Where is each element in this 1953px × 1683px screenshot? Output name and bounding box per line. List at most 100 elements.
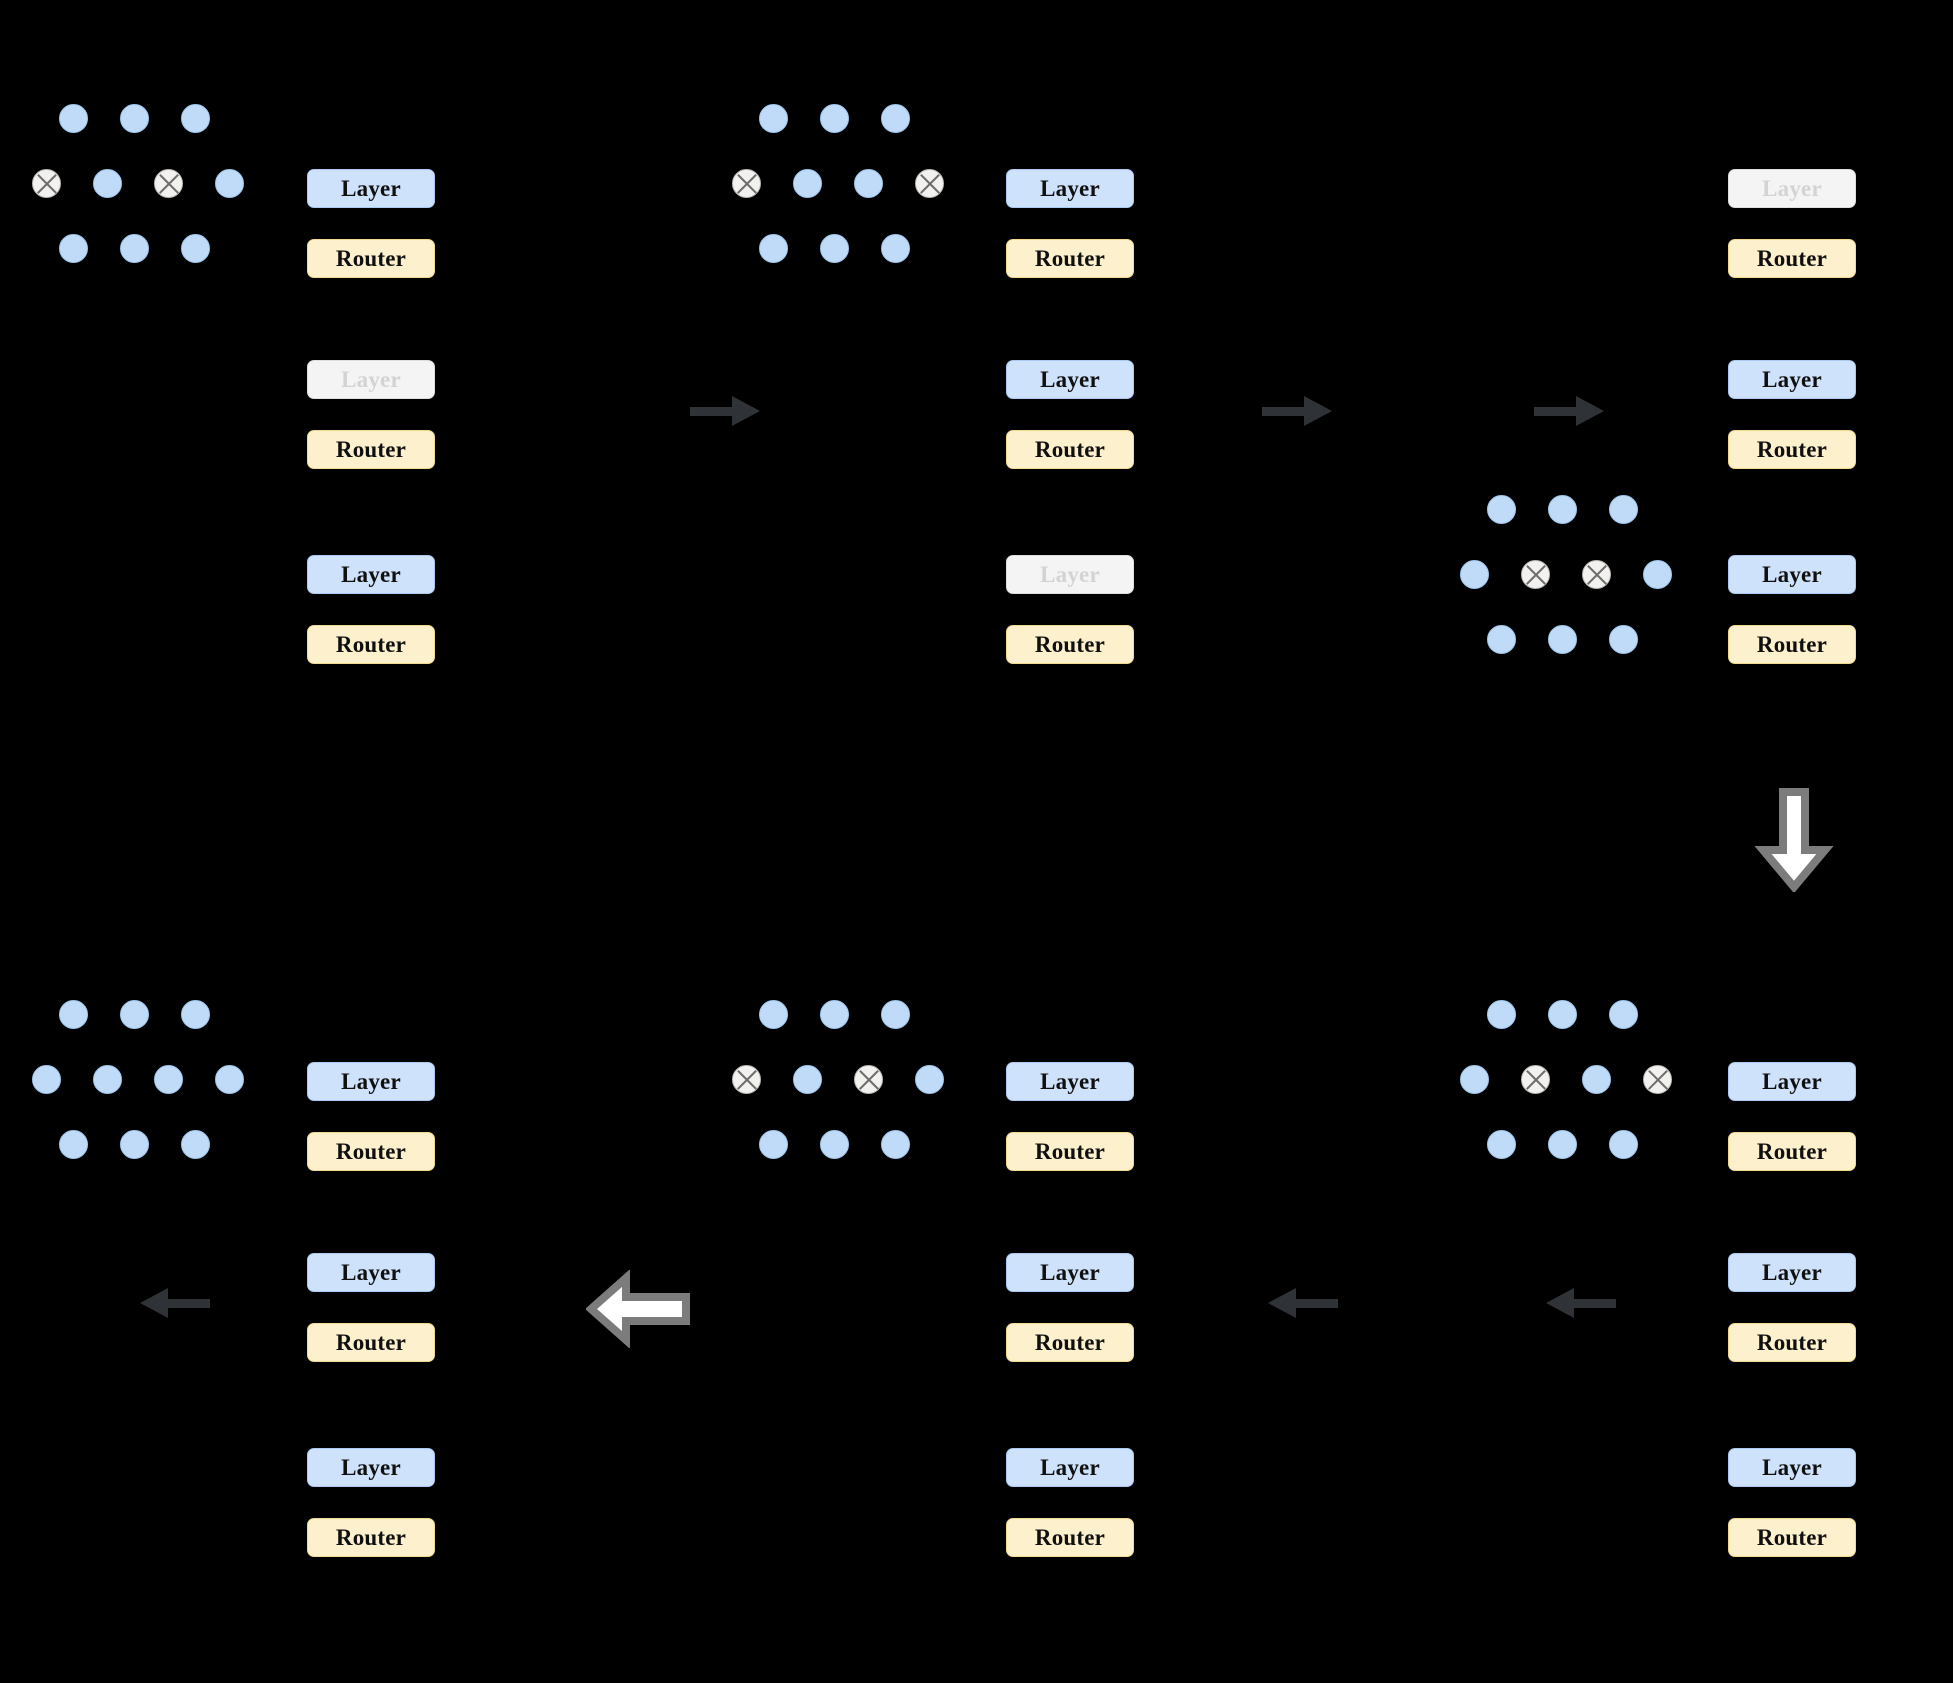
expert-dot-active[interactable] <box>1609 1000 1638 1029</box>
expert-grid-stage-4 <box>1460 1000 1690 1160</box>
expert-dot-active[interactable] <box>59 1130 88 1159</box>
expert-dot-active[interactable] <box>59 104 88 133</box>
router-badge[interactable]: Router <box>307 1323 435 1362</box>
router-badge[interactable]: Router <box>307 1132 435 1171</box>
expert-dot-active[interactable] <box>881 104 910 133</box>
router-badge[interactable]: Router <box>1728 625 1856 664</box>
expert-dot-active[interactable] <box>93 169 122 198</box>
router-badge[interactable]: Router <box>1006 1323 1134 1362</box>
router-badge[interactable]: Router <box>1728 239 1856 278</box>
expert-dot-active[interactable] <box>1548 1000 1577 1029</box>
expert-dot-active[interactable] <box>32 1065 61 1094</box>
layer-badge-active[interactable]: Layer <box>307 1448 435 1487</box>
expert-dot-pruned[interactable] <box>1582 560 1611 589</box>
expert-dot-pruned[interactable] <box>732 1065 761 1094</box>
expert-dot-active[interactable] <box>1487 495 1516 524</box>
expert-dot-active[interactable] <box>820 234 849 263</box>
expert-dot-active[interactable] <box>1582 1065 1611 1094</box>
expert-dot-active[interactable] <box>1609 1130 1638 1159</box>
expert-dot-pruned[interactable] <box>854 1065 883 1094</box>
expert-dot-active[interactable] <box>854 169 883 198</box>
expert-dot-active[interactable] <box>881 1000 910 1029</box>
expert-dot-active[interactable] <box>120 234 149 263</box>
router-badge[interactable]: Router <box>1006 239 1134 278</box>
layer-badge-inactive[interactable]: Layer <box>1006 555 1134 594</box>
expert-dot-pruned[interactable] <box>1521 560 1550 589</box>
expert-dot-active[interactable] <box>1460 560 1489 589</box>
expert-dot-active[interactable] <box>181 234 210 263</box>
expert-dot-active[interactable] <box>915 1065 944 1094</box>
expert-dot-active[interactable] <box>120 104 149 133</box>
expert-dot-active[interactable] <box>215 169 244 198</box>
expert-dot-active[interactable] <box>759 234 788 263</box>
expert-dot-active[interactable] <box>120 1130 149 1159</box>
router-badge[interactable]: Router <box>1006 625 1134 664</box>
arrow-left-icon <box>586 1270 690 1348</box>
expert-dot-active[interactable] <box>1487 1130 1516 1159</box>
expert-dot-active[interactable] <box>881 1130 910 1159</box>
expert-dot-active[interactable] <box>1609 625 1638 654</box>
router-badge[interactable]: Router <box>1728 1518 1856 1557</box>
router-badge[interactable]: Router <box>1728 1132 1856 1171</box>
expert-dot-pruned[interactable] <box>915 169 944 198</box>
expert-dot-active[interactable] <box>1609 495 1638 524</box>
layer-badge-active[interactable]: Layer <box>307 169 435 208</box>
layer-badge-active[interactable]: Layer <box>1728 1253 1856 1292</box>
expert-dot-pruned[interactable] <box>1643 1065 1672 1094</box>
expert-dot-pruned[interactable] <box>154 169 183 198</box>
layer-badge-active[interactable]: Layer <box>1728 555 1856 594</box>
expert-row <box>59 234 210 263</box>
layer-badge-active[interactable]: Layer <box>1006 1448 1134 1487</box>
expert-dot-pruned[interactable] <box>1521 1065 1550 1094</box>
layer-badge-active[interactable]: Layer <box>307 555 435 594</box>
expert-dot-active[interactable] <box>1487 1000 1516 1029</box>
router-badge[interactable]: Router <box>1728 430 1856 469</box>
expert-dot-active[interactable] <box>181 1130 210 1159</box>
router-badge[interactable]: Router <box>307 1518 435 1557</box>
expert-dot-active[interactable] <box>793 169 822 198</box>
layer-badge-active[interactable]: Layer <box>1006 169 1134 208</box>
router-badge[interactable]: Router <box>1006 1132 1134 1171</box>
layer-badge-active[interactable]: Layer <box>307 1253 435 1292</box>
expert-dot-pruned[interactable] <box>732 169 761 198</box>
expert-dot-active[interactable] <box>820 104 849 133</box>
router-badge[interactable]: Router <box>307 625 435 664</box>
router-badge[interactable]: Router <box>1006 430 1134 469</box>
expert-dot-active[interactable] <box>759 1000 788 1029</box>
expert-dot-active[interactable] <box>181 104 210 133</box>
layer-badge-active[interactable]: Layer <box>1006 1253 1134 1292</box>
layer-badge-active[interactable]: Layer <box>1728 1062 1856 1101</box>
expert-dot-active[interactable] <box>793 1065 822 1094</box>
expert-dot-active[interactable] <box>759 1130 788 1159</box>
expert-dot-active[interactable] <box>820 1000 849 1029</box>
expert-dot-active[interactable] <box>881 234 910 263</box>
expert-dot-active[interactable] <box>1548 625 1577 654</box>
layer-badge-active[interactable]: Layer <box>1728 1448 1856 1487</box>
expert-dot-active[interactable] <box>215 1065 244 1094</box>
layer-badge-active[interactable]: Layer <box>1006 360 1134 399</box>
layer-badge-active[interactable]: Layer <box>307 1062 435 1101</box>
expert-dot-active[interactable] <box>59 1000 88 1029</box>
router-badge[interactable]: Router <box>307 239 435 278</box>
layer-badge-active[interactable]: Layer <box>1728 360 1856 399</box>
expert-dot-active[interactable] <box>1548 495 1577 524</box>
expert-dot-active[interactable] <box>759 104 788 133</box>
expert-dot-pruned[interactable] <box>32 169 61 198</box>
expert-dot-active[interactable] <box>59 234 88 263</box>
expert-dot-active[interactable] <box>93 1065 122 1094</box>
expert-dot-active[interactable] <box>1643 560 1672 589</box>
expert-row <box>732 169 944 198</box>
expert-dot-active[interactable] <box>1548 1130 1577 1159</box>
expert-dot-active[interactable] <box>181 1000 210 1029</box>
layer-badge-inactive[interactable]: Layer <box>1728 169 1856 208</box>
router-badge[interactable]: Router <box>1006 1518 1134 1557</box>
layer-badge-inactive[interactable]: Layer <box>307 360 435 399</box>
layer-badge-active[interactable]: Layer <box>1006 1062 1134 1101</box>
router-badge[interactable]: Router <box>307 430 435 469</box>
expert-dot-active[interactable] <box>154 1065 183 1094</box>
expert-dot-active[interactable] <box>820 1130 849 1159</box>
expert-dot-active[interactable] <box>1460 1065 1489 1094</box>
expert-dot-active[interactable] <box>1487 625 1516 654</box>
router-badge[interactable]: Router <box>1728 1323 1856 1362</box>
expert-dot-active[interactable] <box>120 1000 149 1029</box>
